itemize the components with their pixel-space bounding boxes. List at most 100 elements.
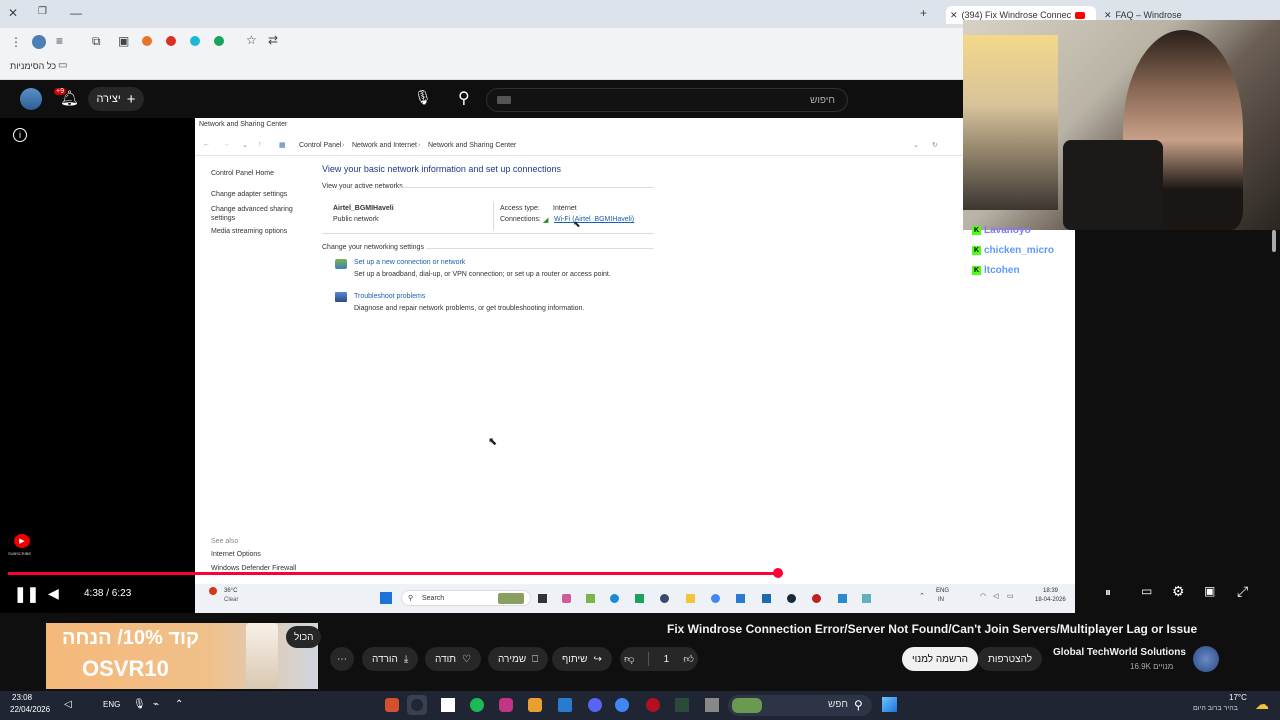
search-input[interactable]: חיפוש bbox=[486, 88, 848, 112]
taskbar-app-icon bbox=[762, 594, 771, 603]
taskbar-app-icon[interactable] bbox=[705, 698, 719, 712]
tray-chevron-icon[interactable]: ⌃ bbox=[175, 699, 183, 710]
extension-icon[interactable] bbox=[166, 36, 176, 46]
troubleshoot-icon bbox=[335, 292, 347, 302]
discord-icon[interactable] bbox=[588, 698, 602, 712]
share-button[interactable]: שיתוף ↪ bbox=[552, 647, 612, 671]
kick-icon: K bbox=[972, 226, 981, 235]
thanks-icon: ♡ bbox=[462, 653, 472, 665]
settings-gear-icon[interactable]: ⚙︎ bbox=[1172, 583, 1185, 600]
access-type-label: Access type: bbox=[500, 205, 540, 212]
like-icon[interactable]: 👍︎ bbox=[683, 653, 693, 665]
join-label: להצטרפות bbox=[988, 653, 1033, 665]
menu-icon[interactable]: ⋮ bbox=[10, 35, 22, 49]
microphone-icon[interactable]: 🎙︎ bbox=[414, 89, 432, 106]
taskbar-app-icon[interactable] bbox=[385, 698, 399, 712]
extension-icon[interactable]: ▣ bbox=[118, 34, 129, 48]
taskbar-app-icon bbox=[711, 594, 720, 603]
info-icon[interactable]: i bbox=[13, 128, 27, 142]
all-bookmarks-label[interactable]: כל הסימניות bbox=[10, 61, 56, 71]
download-button[interactable]: הורדה ⤓ bbox=[362, 647, 419, 671]
all-button[interactable]: הכול bbox=[286, 626, 322, 648]
dislike-icon[interactable]: 👎︎ bbox=[624, 653, 634, 665]
autoplay-toggle-icon[interactable]: ⏸︎ bbox=[1105, 585, 1111, 600]
extension-icon[interactable] bbox=[190, 36, 200, 46]
site-info-icon[interactable]: ⇄ bbox=[268, 33, 278, 47]
save-label: שמירה bbox=[498, 653, 527, 665]
profile-icon[interactable] bbox=[32, 35, 46, 49]
windows-start-icon[interactable] bbox=[882, 697, 897, 712]
chrome-icon[interactable] bbox=[615, 698, 629, 712]
extensions-icon[interactable]: ⧉ bbox=[92, 34, 101, 49]
pause-icon[interactable]: ❚❚ bbox=[14, 585, 39, 603]
microphone-icon[interactable]: 🎙︎ bbox=[133, 699, 146, 710]
inner-search-box: ⚲ Search bbox=[401, 590, 531, 606]
search-highlight-image bbox=[498, 593, 524, 604]
channel-name[interactable]: Global TechWorld Solutions bbox=[1053, 647, 1186, 658]
right-sidebar: ⏸︎ ▭ ⚙︎ ▣ ⤢ bbox=[1075, 230, 1280, 613]
taskbar-app-icon[interactable] bbox=[441, 698, 455, 712]
close-icon[interactable]: ✕ bbox=[1104, 10, 1112, 21]
extension-icon[interactable] bbox=[142, 36, 152, 46]
taskbar-search[interactable]: חפש ⚲ bbox=[728, 695, 872, 716]
search-highlight-image bbox=[732, 698, 762, 713]
create-button[interactable]: יצירה + bbox=[88, 87, 144, 111]
media-control-icon[interactable]: ≡ bbox=[56, 34, 63, 48]
volume-icon[interactable]: ◀︎ bbox=[48, 585, 59, 602]
join-button[interactable]: להצטרפות bbox=[978, 647, 1043, 671]
ncs-sidebar-link: Control Panel Home bbox=[211, 170, 275, 177]
taskbar-app-icon[interactable] bbox=[646, 698, 660, 712]
painting-image bbox=[963, 35, 1058, 210]
chat-username: Lavanoyo bbox=[984, 225, 1031, 236]
search-icon[interactable]: ⚲ bbox=[458, 88, 470, 108]
save-button[interactable]: שמירה ⎕ bbox=[488, 647, 549, 671]
volume-icon[interactable]: ◁ bbox=[64, 699, 72, 710]
close-window-icon[interactable]: ✕ bbox=[8, 6, 18, 20]
channel-avatar[interactable] bbox=[1193, 646, 1219, 672]
restore-window-icon[interactable]: ❐ bbox=[38, 6, 47, 17]
ncs-heading: View your basic network information and … bbox=[322, 164, 561, 174]
taskbar-app-icon bbox=[562, 594, 571, 603]
divider bbox=[426, 248, 654, 249]
subtitles-icon[interactable]: ▭ bbox=[1141, 584, 1152, 598]
folder-icon: ▭ bbox=[58, 60, 68, 71]
video-player[interactable]: i Network and Sharing Center ← → ⌄ ↑ ▦ C… bbox=[0, 118, 1075, 613]
network-icon[interactable]: ⌁ bbox=[153, 699, 159, 710]
bookmark-star-icon[interactable]: ☆ bbox=[246, 33, 257, 47]
spotify-icon[interactable] bbox=[470, 698, 484, 712]
subscribe-watermark[interactable]: ▶ SUBSCRIBE bbox=[8, 534, 36, 562]
language-indicator[interactable]: ENG bbox=[103, 700, 120, 709]
ad-line2: OSVR10 bbox=[82, 656, 169, 681]
more-button[interactable]: ⋯ bbox=[330, 647, 354, 671]
progress-scrubber[interactable] bbox=[772, 568, 783, 578]
instagram-icon[interactable] bbox=[499, 698, 513, 712]
create-label: יצירה bbox=[96, 93, 121, 105]
thanks-button[interactable]: תודה ♡ bbox=[425, 647, 482, 671]
video-progress-bar[interactable] bbox=[8, 568, 1067, 578]
new-tab-icon[interactable]: + bbox=[920, 6, 927, 20]
miniplayer-icon[interactable]: ▣ bbox=[1204, 584, 1215, 598]
tray-chevron-icon: ⌃ bbox=[919, 593, 925, 600]
divider bbox=[400, 187, 654, 188]
dropdown-icon: ⌄ bbox=[913, 142, 919, 149]
weather-icon[interactable]: ☁︎ bbox=[1255, 696, 1269, 713]
taskbar-app-icon[interactable] bbox=[528, 698, 542, 712]
like-dislike-group: 👎︎ 1 👍︎ bbox=[620, 647, 698, 671]
scrollbar[interactable] bbox=[1272, 230, 1276, 252]
youtube-header: 🔔︎ +9 יצירה + 🎙︎ ⚲ חיפוש bbox=[0, 80, 963, 118]
taskbar-app-icon[interactable] bbox=[558, 698, 572, 712]
wifi-signal-icon: ◢ bbox=[543, 217, 549, 224]
taskbar-app-icon[interactable] bbox=[675, 698, 689, 712]
search-placeholder: חיפוש bbox=[810, 94, 835, 106]
connections-link: Wi-Fi (Airtel_BGMIHaveli) bbox=[554, 216, 635, 223]
avatar[interactable] bbox=[20, 88, 42, 110]
extension-icon[interactable] bbox=[214, 36, 224, 46]
youtube-icon: ▶ bbox=[14, 534, 30, 548]
fullscreen-icon[interactable]: ⤢ bbox=[1237, 583, 1248, 600]
close-icon[interactable]: ✕ bbox=[950, 10, 958, 21]
subscribe-button[interactable]: הרשמה למנוי bbox=[902, 647, 979, 671]
ad-banner[interactable]: קוד 10%/ הנחה OSVR10 bbox=[46, 623, 318, 689]
minimize-window-icon[interactable]: — bbox=[70, 6, 82, 20]
time-label: 4:38 / 6:23 bbox=[84, 587, 132, 599]
keyboard-icon[interactable] bbox=[497, 96, 511, 104]
